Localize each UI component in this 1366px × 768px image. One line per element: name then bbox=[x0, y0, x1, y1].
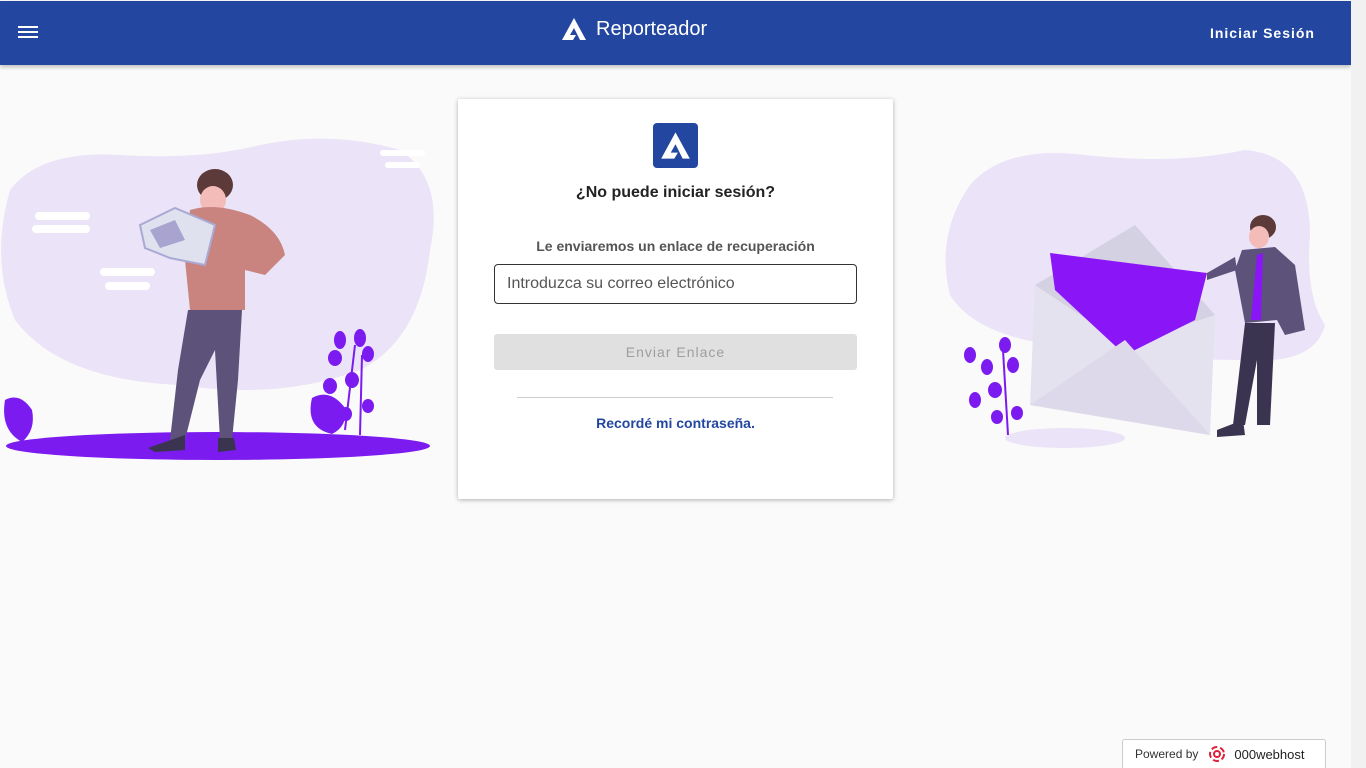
person-map-illustration bbox=[1, 138, 434, 460]
recovery-card: ¿No puede iniciar sesión? Le enviaremos … bbox=[458, 99, 893, 499]
login-button[interactable]: Iniciar Sesión bbox=[1210, 25, 1315, 41]
person-envelope-illustration bbox=[945, 150, 1325, 448]
powered-by-badge[interactable]: Powered by 000webhost bbox=[1122, 739, 1326, 768]
app-logo-icon bbox=[653, 123, 698, 168]
top-app-bar: Reporteador Iniciar Sesión bbox=[0, 1, 1351, 65]
app-title: Reporteador bbox=[596, 17, 708, 40]
menu-icon[interactable] bbox=[18, 23, 38, 41]
scrollbar[interactable] bbox=[1351, 0, 1366, 768]
card-subtitle: Le enviaremos un enlace de recuperación bbox=[536, 238, 815, 254]
remember-password-link[interactable]: Recordé mi contraseña. bbox=[458, 415, 893, 431]
divider bbox=[517, 397, 833, 398]
host-name: 000webhost bbox=[1234, 746, 1305, 762]
email-input[interactable] bbox=[494, 264, 857, 304]
card-title: ¿No puede iniciar sesión? bbox=[575, 184, 776, 201]
send-link-button[interactable]: Enviar Enlace bbox=[494, 334, 857, 370]
app-logo-icon bbox=[562, 18, 586, 40]
brand[interactable]: Reporteador bbox=[561, 17, 707, 41]
webhost-logo-icon bbox=[1209, 746, 1226, 762]
powered-label: Powered by bbox=[1135, 747, 1199, 761]
